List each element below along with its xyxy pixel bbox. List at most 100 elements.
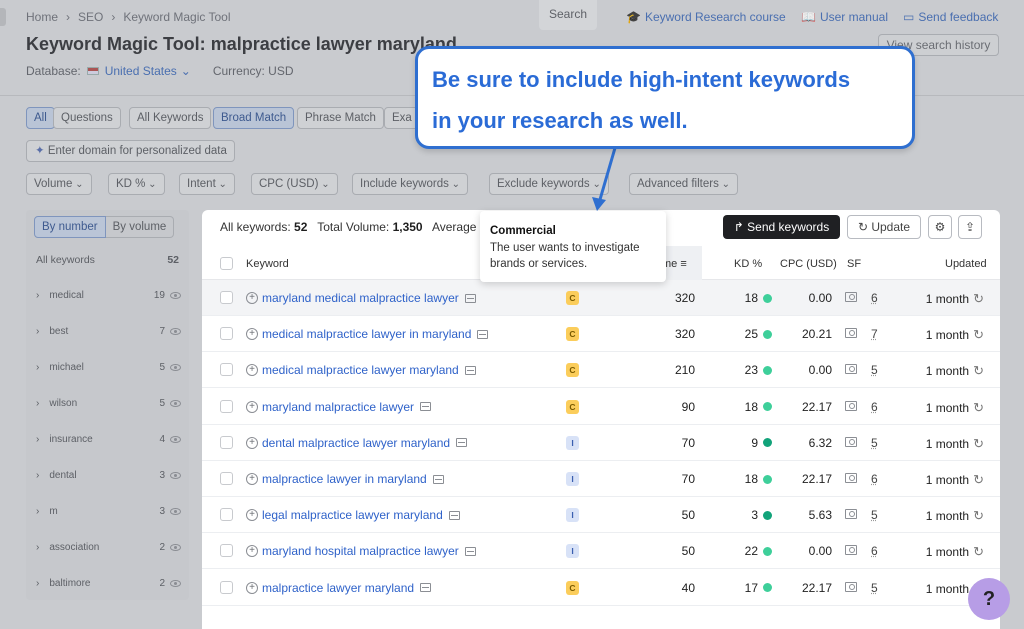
sidebar-group-item[interactable]: › medical 19 — [36, 290, 181, 301]
add-to-list-icon[interactable]: + — [246, 400, 258, 413]
col-keyword[interactable]: Keyword — [246, 258, 289, 270]
filter-volume[interactable]: Volume — [26, 173, 92, 195]
help-button[interactable]: ? — [968, 578, 1010, 620]
serp-features-count[interactable]: 6 — [871, 291, 878, 305]
database-select[interactable]: United States — [105, 64, 177, 78]
tab-all-keywords[interactable]: All Keywords — [129, 107, 212, 129]
intent-badge[interactable]: C — [566, 399, 579, 414]
col-cpc[interactable]: CPC (USD) — [780, 258, 837, 270]
add-to-list-icon[interactable]: + — [246, 436, 258, 449]
sidebar-group-item[interactable]: › dental 3 — [36, 470, 181, 481]
row-checkbox[interactable] — [220, 291, 233, 304]
intent-badge[interactable]: C — [566, 327, 579, 342]
eye-icon[interactable] — [170, 328, 181, 335]
sidebar-group-item[interactable]: › wilson 5 — [36, 398, 181, 409]
eye-icon[interactable] — [170, 580, 181, 587]
serp-icon[interactable] — [432, 474, 444, 484]
row-checkbox[interactable] — [220, 472, 233, 485]
row-checkbox[interactable] — [220, 508, 233, 522]
export-button[interactable]: ⇪ — [958, 215, 982, 239]
intent-badge[interactable]: I — [566, 544, 579, 559]
row-checkbox[interactable] — [220, 580, 233, 594]
refresh-icon[interactable]: ↻ — [973, 400, 984, 416]
breadcrumb-seo[interactable]: SEO — [78, 10, 103, 24]
serp-features-count[interactable]: 5 — [871, 508, 878, 522]
keyword-link[interactable]: dental malpractice lawyer maryland — [262, 436, 450, 450]
serp-features-count[interactable]: 5 — [871, 581, 878, 595]
send-keywords-button[interactable]: ↱ Send keywords — [723, 215, 840, 239]
eye-icon[interactable] — [170, 400, 181, 407]
add-to-list-icon[interactable]: + — [246, 473, 258, 485]
serp-icon[interactable] — [420, 583, 432, 593]
tab-broad-match[interactable]: Broad Match — [213, 107, 295, 129]
sort-by-volume-button[interactable]: By volume — [105, 216, 175, 238]
eye-icon[interactable] — [170, 292, 181, 299]
col-updated[interactable]: Updated — [945, 258, 987, 270]
course-link[interactable]: 🎓 Keyword Research course — [626, 10, 786, 24]
intent-badge[interactable]: C — [566, 363, 579, 378]
sidebar-header[interactable]: All keywords 52 — [36, 254, 179, 266]
add-to-list-icon[interactable]: + — [246, 328, 258, 341]
serp-icon[interactable] — [420, 402, 432, 412]
intent-badge[interactable]: C — [566, 291, 579, 305]
search-button[interactable]: Search — [539, 0, 597, 30]
serp-features-count[interactable]: 5 — [871, 363, 878, 377]
serp-features-count[interactable]: 7 — [871, 327, 878, 341]
keyword-link[interactable]: maryland malpractice lawyer — [262, 400, 414, 414]
keyword-link[interactable]: maryland medical malpractice lawyer — [262, 291, 459, 305]
serp-icon[interactable] — [448, 510, 460, 520]
serp-features-count[interactable]: 5 — [871, 436, 878, 450]
add-to-list-icon[interactable]: + — [246, 364, 258, 377]
refresh-icon[interactable]: ↻ — [973, 472, 984, 488]
sidebar-group-item[interactable]: › m 3 — [36, 506, 181, 517]
row-checkbox[interactable] — [220, 435, 233, 449]
select-all-checkbox[interactable] — [220, 257, 233, 270]
row-checkbox[interactable] — [220, 544, 233, 558]
intent-badge[interactable]: C — [566, 580, 579, 595]
serp-features-count[interactable]: 6 — [871, 400, 878, 414]
serp-icon[interactable] — [477, 329, 489, 339]
intent-badge[interactable]: I — [566, 472, 579, 486]
sidebar-group-item[interactable]: › association 2 — [36, 542, 181, 553]
refresh-icon[interactable]: ↻ — [973, 291, 984, 307]
tab-phrase-match[interactable]: Phrase Match — [297, 107, 384, 129]
intent-badge[interactable]: I — [566, 508, 579, 523]
sidebar-group-item[interactable]: › michael 5 — [36, 362, 181, 373]
serp-features-count[interactable]: 6 — [871, 544, 878, 558]
eye-icon[interactable] — [170, 364, 181, 371]
settings-gear-button[interactable]: ⚙ — [928, 215, 952, 239]
keyword-link[interactable]: maryland hospital malpractice lawyer — [262, 544, 459, 558]
sidebar-group-item[interactable]: › insurance 4 — [36, 434, 181, 445]
keyword-link[interactable]: medical malpractice lawyer maryland — [262, 363, 459, 377]
refresh-icon[interactable]: ↻ — [973, 508, 984, 524]
eye-icon[interactable] — [170, 544, 181, 551]
serp-features-count[interactable]: 6 — [871, 472, 878, 486]
filter-kd[interactable]: KD % — [108, 173, 165, 195]
update-button[interactable]: ↻ Update — [847, 215, 921, 239]
filter-advanced[interactable]: Advanced filters — [629, 173, 738, 195]
refresh-icon[interactable]: ↻ — [973, 436, 984, 452]
filter-include[interactable]: Include keywords — [352, 173, 469, 195]
add-to-list-icon[interactable]: + — [246, 509, 258, 522]
row-checkbox[interactable] — [220, 399, 233, 413]
tab-all[interactable]: All — [26, 107, 55, 129]
keyword-link[interactable]: malpractice lawyer maryland — [262, 581, 414, 595]
manual-link[interactable]: 📖 User manual — [801, 10, 888, 24]
refresh-icon[interactable]: ↻ — [973, 544, 984, 560]
sidebar-group-item[interactable]: › baltimore 2 — [36, 578, 181, 589]
keyword-link[interactable]: medical malpractice lawyer in maryland — [262, 327, 471, 341]
sidebar-group-item[interactable]: › best 7 — [36, 326, 181, 337]
refresh-icon[interactable]: ↻ — [973, 327, 984, 343]
col-kd[interactable]: KD % — [734, 258, 762, 270]
intent-badge[interactable]: I — [566, 435, 579, 450]
add-to-list-icon[interactable]: + — [246, 292, 258, 304]
refresh-icon[interactable]: ↻ — [973, 363, 984, 379]
serp-icon[interactable] — [464, 546, 476, 556]
keyword-link[interactable]: legal malpractice lawyer maryland — [262, 508, 443, 522]
keyword-link[interactable]: malpractice lawyer in maryland — [262, 472, 427, 486]
eye-icon[interactable] — [170, 508, 181, 515]
collapse-tab[interactable] — [0, 8, 6, 26]
sort-by-number-button[interactable]: By number — [34, 216, 106, 238]
row-checkbox[interactable] — [220, 363, 233, 377]
eye-icon[interactable] — [170, 472, 181, 479]
